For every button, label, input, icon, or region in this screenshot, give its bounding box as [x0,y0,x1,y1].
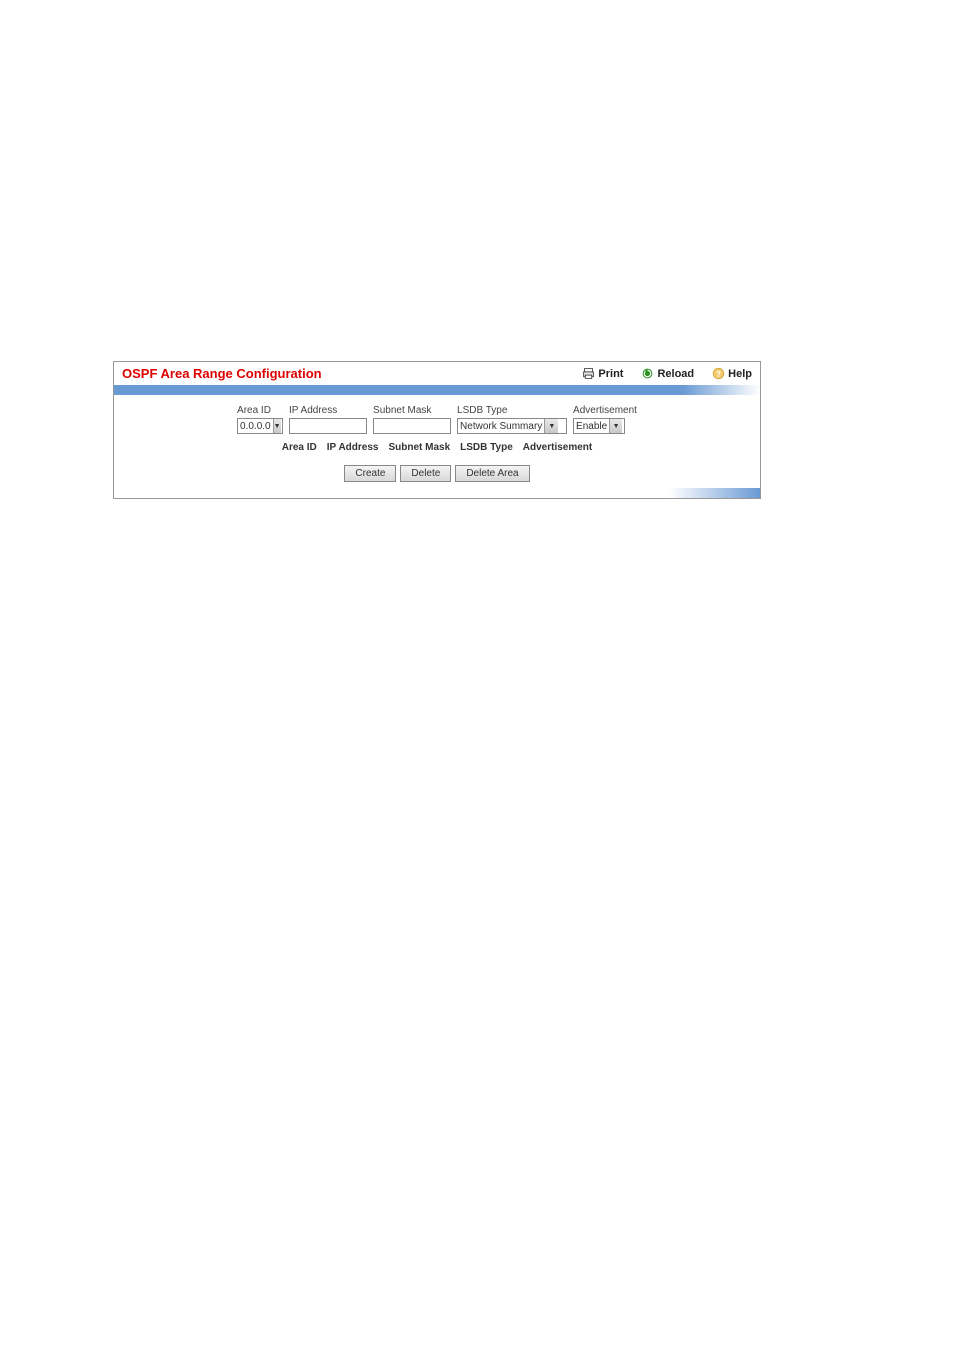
form-area: Area ID 0.0.0.0 ▼ IP Address Subnet Mask… [114,395,760,488]
advertisement-value: Enable [576,421,607,432]
reload-label: Reload [657,368,694,380]
area-id-select[interactable]: 0.0.0.0 ▼ [237,418,283,434]
help-button[interactable]: ? Help [712,367,752,380]
button-row: Create Delete Delete Area [122,465,752,482]
subnet-mask-label: Subnet Mask [373,405,431,416]
area-id-field: Area ID 0.0.0.0 ▼ [237,405,283,434]
ip-address-input[interactable] [289,418,367,434]
svg-text:?: ? [716,370,721,379]
bottom-divider [114,488,760,498]
area-id-value: 0.0.0.0 [240,421,271,432]
help-icon: ? [712,367,725,380]
table-header-subnet-mask: Subnet Mask [388,442,450,453]
dropdown-arrow-icon: ▼ [273,419,281,433]
create-button[interactable]: Create [344,465,396,482]
dropdown-arrow-icon: ▼ [544,419,558,433]
ip-address-field: IP Address [289,405,367,434]
advertisement-select[interactable]: Enable ▼ [573,418,625,434]
page-title: OSPF Area Range Configuration [122,366,582,381]
reload-icon [641,367,654,380]
panel-header: OSPF Area Range Configuration Print [114,362,760,385]
print-label: Print [598,368,623,380]
print-icon [582,367,595,380]
input-row: Area ID 0.0.0.0 ▼ IP Address Subnet Mask… [122,405,752,434]
ospf-area-range-panel: OSPF Area Range Configuration Print [113,361,761,499]
dropdown-arrow-icon: ▼ [609,419,622,433]
area-id-label: Area ID [237,405,271,416]
ip-address-label: IP Address [289,405,337,416]
table-header-advertisement: Advertisement [523,442,592,453]
table-header-row: Area ID IP Address Subnet Mask LSDB Type… [122,442,752,453]
top-divider [114,385,760,395]
advertisement-field: Advertisement Enable ▼ [573,405,637,434]
reload-button[interactable]: Reload [641,367,694,380]
table-header-area-id: Area ID [282,442,317,453]
print-button[interactable]: Print [582,367,623,380]
delete-button[interactable]: Delete [400,465,451,482]
lsdb-type-label: LSDB Type [457,405,507,416]
lsdb-type-value: Network Summary [460,421,542,432]
delete-area-button[interactable]: Delete Area [455,465,529,482]
advertisement-label: Advertisement [573,405,637,416]
subnet-mask-input[interactable] [373,418,451,434]
help-label: Help [728,368,752,380]
lsdb-type-field: LSDB Type Network Summary ▼ [457,405,567,434]
header-actions: Print Reload ? [582,367,752,380]
table-header-lsdb-type: LSDB Type [460,442,513,453]
lsdb-type-select[interactable]: Network Summary ▼ [457,418,567,434]
table-header-ip-address: IP Address [327,442,379,453]
subnet-mask-field: Subnet Mask [373,405,451,434]
